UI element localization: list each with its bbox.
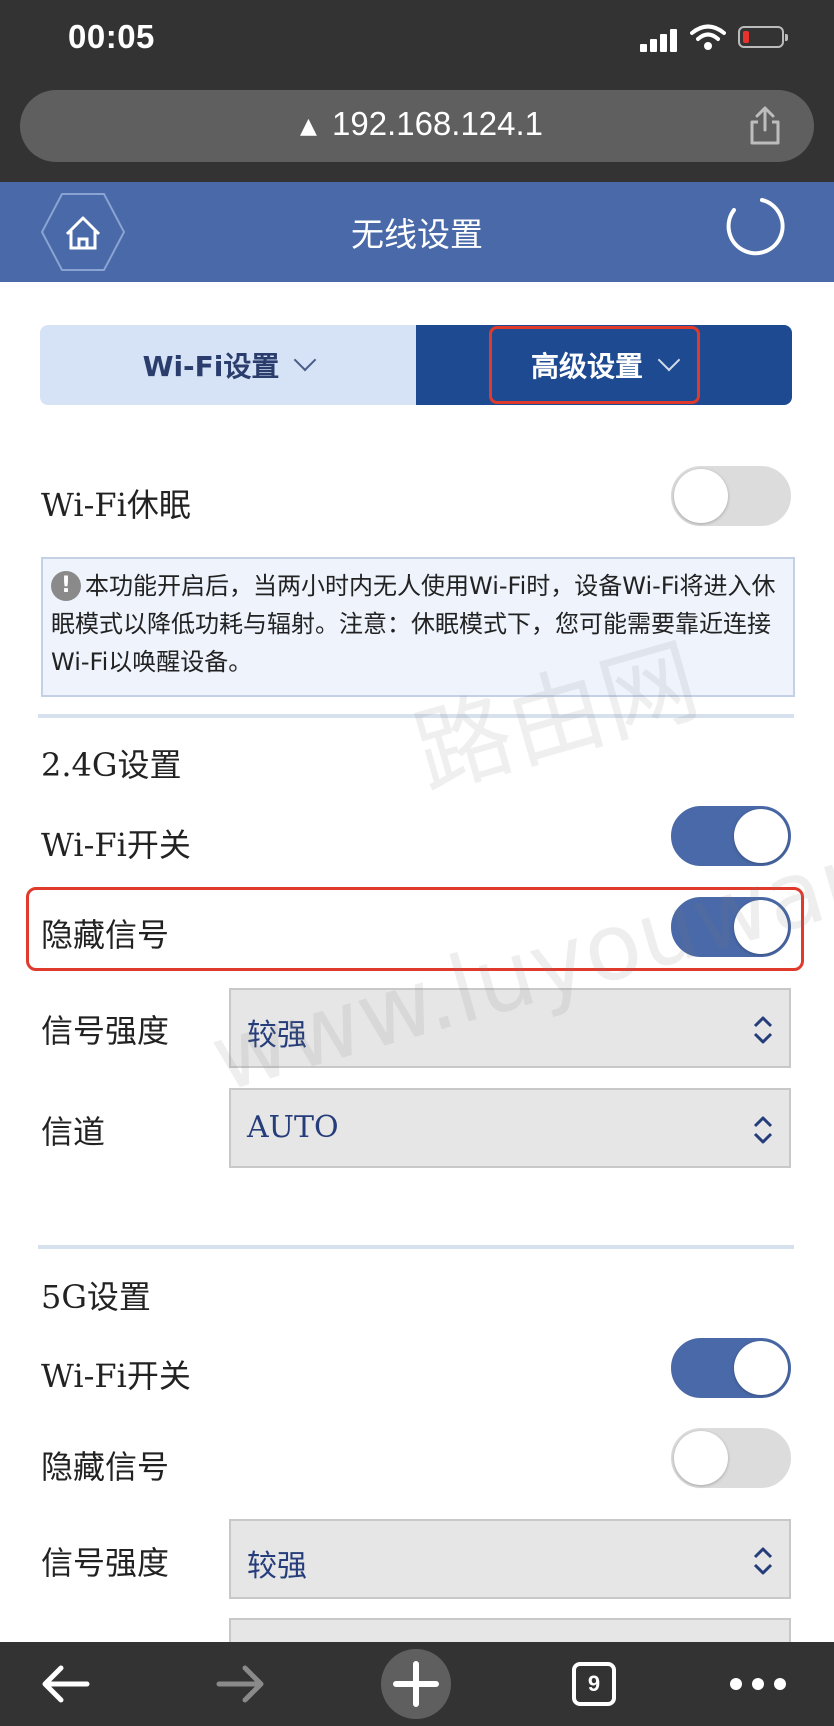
select-value: AUTO xyxy=(247,1110,339,1145)
more-button[interactable] xyxy=(726,1642,790,1726)
share-icon[interactable] xyxy=(748,106,782,146)
page-header: 无线设置 xyxy=(0,182,834,282)
wifi-switch-5g-toggle[interactable] xyxy=(671,1338,791,1398)
battery-icon xyxy=(738,26,788,48)
tabs-button[interactable]: 9 xyxy=(566,1642,622,1726)
highlight-box-hide-ssid xyxy=(26,887,804,971)
wifi-icon xyxy=(690,24,726,50)
signal-strength-24g-label: 信号强度 xyxy=(41,1012,170,1050)
arrow-left-icon xyxy=(42,1665,90,1703)
updown-arrows-icon xyxy=(753,1547,773,1575)
divider xyxy=(38,714,794,718)
browser-bottom-bar: 9 xyxy=(0,1642,834,1726)
channel-24g-select[interactable]: AUTO xyxy=(229,1088,791,1168)
select-value: 较强 xyxy=(247,1549,307,1584)
sleep-notice-text: 本功能开启后，当两小时内无人使用Wi-Fi时，设备Wi-Fi将进入休眠模式以降低… xyxy=(51,572,776,676)
exclamation-icon: ! xyxy=(51,571,81,601)
browser-toolbar: ▲ 192.168.124.1 xyxy=(0,80,834,182)
forward-button[interactable] xyxy=(206,1642,276,1726)
wifi-sleep-label: Wi-Fi休眠 xyxy=(41,486,191,524)
chevron-down-icon xyxy=(294,348,317,372)
back-button[interactable] xyxy=(30,1642,100,1726)
plus-icon xyxy=(381,1649,451,1719)
signal-strength-5g-select[interactable]: 较强 xyxy=(229,1519,791,1599)
divider xyxy=(38,1245,794,1249)
refresh-icon[interactable] xyxy=(722,194,786,258)
updown-arrows-icon xyxy=(753,1016,773,1044)
cellular-signal-icon xyxy=(640,28,680,52)
wifi-switch-24g-label: Wi-Fi开关 xyxy=(41,826,191,864)
wifi-switch-24g-toggle[interactable] xyxy=(671,806,791,866)
highlight-box-advanced-tab xyxy=(489,326,700,404)
signal-strength-5g-label: 信号强度 xyxy=(41,1544,170,1582)
tab-label: Wi-Fi设置 xyxy=(142,350,280,383)
section-title-5g: 5G设置 xyxy=(41,1278,151,1316)
more-dots-icon xyxy=(730,1678,786,1690)
url-text: 192.168.124.1 xyxy=(332,105,544,142)
tab-wifi-settings[interactable]: Wi-Fi设置 xyxy=(40,325,416,405)
hide-ssid-5g-label: 隐藏信号 xyxy=(41,1448,170,1486)
address-bar[interactable]: ▲ 192.168.124.1 xyxy=(20,90,814,162)
status-bar: 00:05 xyxy=(0,0,834,80)
arrow-right-icon xyxy=(216,1665,264,1703)
tab-count: 9 xyxy=(572,1662,616,1706)
signal-strength-24g-select[interactable]: 较强 xyxy=(229,988,791,1068)
select-value: 较强 xyxy=(247,1018,307,1053)
hide-ssid-5g-toggle[interactable] xyxy=(671,1428,791,1488)
new-tab-button[interactable] xyxy=(380,1642,452,1726)
updown-arrows-icon xyxy=(753,1116,773,1144)
wifi-switch-5g-label: Wi-Fi开关 xyxy=(41,1357,191,1395)
page-title: 无线设置 xyxy=(351,215,483,254)
status-time: 00:05 xyxy=(68,18,155,55)
channel-24g-label: 信道 xyxy=(41,1113,106,1151)
section-title-24g: 2.4G设置 xyxy=(41,746,182,784)
sleep-notice: ! 本功能开启后，当两小时内无人使用Wi-Fi时，设备Wi-Fi将进入休眠模式以降… xyxy=(41,557,795,697)
wifi-sleep-toggle[interactable] xyxy=(671,466,791,526)
warning-icon: ▲ xyxy=(300,114,317,139)
